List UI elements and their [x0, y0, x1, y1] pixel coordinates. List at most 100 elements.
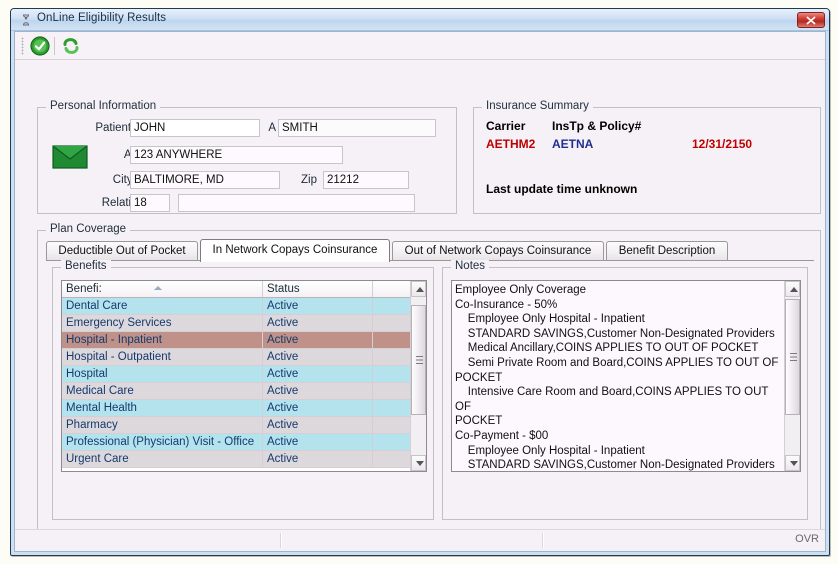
- cell-benefit: Urgent Care: [66, 453, 129, 465]
- city-state-input[interactable]: BALTIMORE, MD: [130, 171, 280, 189]
- column-divider: [262, 281, 263, 297]
- scroll-down-button[interactable]: [411, 455, 426, 471]
- title-bar[interactable]: OnLine Eligibility Results: [11, 9, 829, 31]
- policy-expiry-date: 12/31/2150: [692, 137, 753, 151]
- plan-coverage-legend: Plan Coverage: [46, 223, 131, 235]
- status-separator: [280, 533, 282, 548]
- benefits-vertical-scrollbar[interactable]: [410, 281, 426, 471]
- address-input[interactable]: 123 ANYWHERE: [130, 146, 343, 164]
- cell-divider: [262, 332, 263, 348]
- application-window: OnLine Eligibility Results Personal Info…: [10, 8, 830, 556]
- column-divider: [372, 281, 373, 297]
- hourglass-person-icon: [19, 13, 33, 27]
- notes-content: Employee Only Coverage Co-Insurance - 50…: [455, 284, 779, 472]
- window-title: OnLine Eligibility Results: [37, 12, 167, 24]
- tab-deductible-out-of-pocket[interactable]: Deductible Out of Pocket: [46, 241, 198, 261]
- status-bar: OVR: [15, 529, 825, 551]
- table-row[interactable]: Urgent Care Active: [62, 451, 426, 468]
- personal-information-legend: Personal Information: [46, 100, 161, 112]
- table-row[interactable]: Medical Care Active: [62, 383, 426, 400]
- cell-divider: [372, 451, 373, 467]
- tab-out-of-network-copays-coinsurance[interactable]: Out of Network Copays Coinsurance: [392, 241, 604, 261]
- cell-divider: [262, 349, 263, 365]
- cell-divider: [372, 383, 373, 399]
- tab-underline: [46, 260, 814, 261]
- cell-divider: [262, 383, 263, 399]
- table-row-selected[interactable]: Hospital - Inpatient Active: [62, 332, 426, 349]
- cell-benefit: Hospital - Inpatient: [66, 334, 162, 346]
- cell-benefit: Professional (Physician) Visit - Office: [66, 436, 255, 448]
- benefits-legend: Benefits: [61, 260, 111, 272]
- patient-last-name-input[interactable]: SMITH: [278, 119, 436, 137]
- zip-label: Zip: [301, 174, 317, 186]
- middle-initial-label: A: [268, 122, 276, 134]
- accept-button[interactable]: [29, 35, 51, 57]
- cell-status: Active: [267, 300, 299, 312]
- refresh-button[interactable]: [60, 35, 82, 57]
- cell-divider: [372, 298, 373, 314]
- cell-status: Active: [267, 385, 299, 397]
- scroll-up-button[interactable]: [785, 281, 800, 297]
- table-row[interactable]: Pharmacy Active: [62, 417, 426, 434]
- patient-first-name-input[interactable]: JOHN: [130, 119, 260, 137]
- plan-coverage-group: Plan Coverage Deductible Out of Pocket I…: [37, 223, 821, 535]
- cell-status: Active: [267, 334, 299, 346]
- cell-benefit: Pharmacy: [66, 419, 118, 431]
- tab-strip: Deductible Out of Pocket In Network Copa…: [46, 239, 814, 262]
- cell-status: Active: [267, 402, 299, 414]
- table-row[interactable]: Mental Health Active: [62, 400, 426, 417]
- column-header-status[interactable]: Status: [267, 281, 300, 297]
- last-update-text: Last update time unknown: [486, 182, 638, 196]
- zip-input[interactable]: 21212: [323, 171, 409, 189]
- cell-divider: [262, 315, 263, 331]
- cell-divider: [262, 417, 263, 433]
- toolbar-grip[interactable]: [21, 37, 24, 55]
- scrollbar-thumb[interactable]: [785, 299, 800, 415]
- scroll-down-button[interactable]: [785, 455, 800, 471]
- table-row[interactable]: Hospital Active: [62, 366, 426, 383]
- notes-vertical-scrollbar[interactable]: [784, 281, 800, 471]
- table-header-row: Benefi: Status: [62, 281, 426, 298]
- insurance-summary-group: Insurance Summary Carrier InsTp & Policy…: [473, 100, 821, 214]
- instp-policy-value: AETNA: [552, 137, 594, 151]
- carrier-header: Carrier: [486, 119, 526, 133]
- table-row[interactable]: Hospital - Outpatient Active: [62, 349, 426, 366]
- cell-divider: [372, 315, 373, 331]
- cell-divider: [262, 366, 263, 382]
- green-envelope-icon[interactable]: [52, 145, 88, 169]
- cell-benefit: Dental Care: [66, 300, 128, 312]
- cell-benefit: Hospital: [66, 368, 108, 380]
- notes-textarea[interactable]: Employee Only Coverage Co-Insurance - 50…: [451, 280, 801, 472]
- cell-divider: [262, 434, 263, 450]
- carrier-value: AETHM2: [486, 137, 536, 151]
- overwrite-indicator: OVR: [795, 533, 819, 545]
- cell-status: Active: [267, 436, 299, 448]
- cell-benefit: Emergency Services: [66, 317, 172, 329]
- cell-divider: [262, 451, 263, 467]
- close-icon: [806, 16, 816, 25]
- cell-status: Active: [267, 419, 299, 431]
- client-area: Personal Information Patient Name JOHN A…: [14, 31, 826, 552]
- relationship-code-input[interactable]: 18: [130, 194, 170, 212]
- close-button[interactable]: [797, 12, 825, 28]
- scroll-up-button[interactable]: [411, 281, 426, 297]
- status-separator: [542, 533, 544, 548]
- cell-divider: [372, 434, 373, 450]
- tab-in-network-copays-coinsurance[interactable]: In Network Copays Coinsurance: [200, 239, 390, 262]
- table-row[interactable]: Dental Care Active: [62, 298, 426, 315]
- insurance-summary-legend: Insurance Summary: [482, 100, 593, 112]
- table-row[interactable]: Emergency Services Active: [62, 315, 426, 332]
- cell-status: Active: [267, 453, 299, 465]
- cell-divider: [372, 366, 373, 382]
- relationship-description-input[interactable]: [178, 194, 415, 212]
- cell-divider: [372, 417, 373, 433]
- benefits-table[interactable]: Benefi: Status Dental Care Active Emerge…: [61, 280, 427, 472]
- notes-legend: Notes: [451, 260, 490, 272]
- column-header-benefit[interactable]: Benefi:: [66, 281, 102, 297]
- table-row[interactable]: Professional (Physician) Visit - Office …: [62, 434, 426, 451]
- green-check-circle-icon: [30, 36, 50, 56]
- scrollbar-thumb[interactable]: [411, 305, 426, 415]
- sort-ascending-icon: [154, 286, 162, 290]
- benefits-group: Benefits Benefi: Status Dental Care Acti…: [52, 260, 434, 520]
- tab-benefit-description[interactable]: Benefit Description: [606, 241, 728, 261]
